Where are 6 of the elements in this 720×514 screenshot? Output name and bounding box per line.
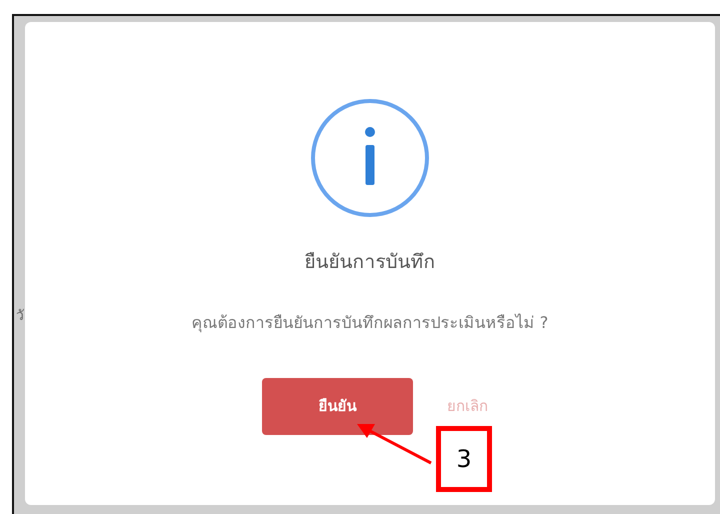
dialog-message: คุณต้องการยืนยันการบันทึกผลการประเมินหรือไม่ ? xyxy=(192,312,548,334)
background-text: วั xyxy=(16,307,24,326)
dialog-title: ยืนยันการบันทึก xyxy=(304,250,436,275)
step-number-label: 3 xyxy=(436,426,492,492)
info-icon xyxy=(310,98,430,218)
confirm-button[interactable]: ยืนยัน xyxy=(262,378,413,434)
